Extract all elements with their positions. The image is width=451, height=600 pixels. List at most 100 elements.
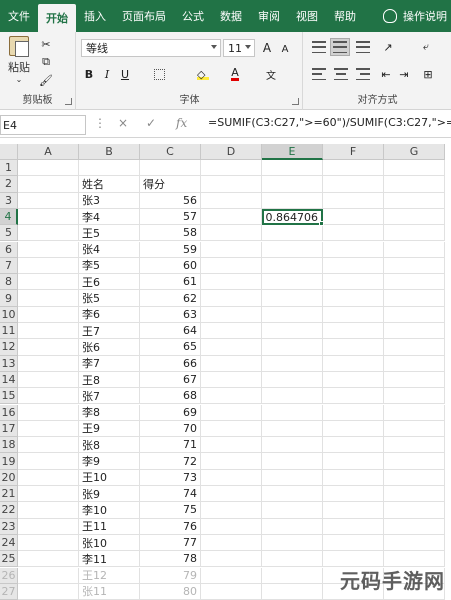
- cell-b9[interactable]: 张5: [79, 290, 140, 307]
- font-launcher-icon[interactable]: [292, 98, 299, 105]
- column-header-a[interactable]: A: [18, 144, 79, 160]
- cell-b7[interactable]: 李5: [79, 257, 140, 275]
- cell-g18[interactable]: [384, 437, 445, 454]
- cell-f21[interactable]: [323, 486, 384, 503]
- row-header[interactable]: 6: [0, 241, 18, 258]
- cell-a25[interactable]: [18, 551, 79, 568]
- cell-c19[interactable]: 72: [140, 453, 201, 470]
- row-header[interactable]: 15: [0, 388, 18, 405]
- cell-b27[interactable]: 张11: [79, 583, 140, 600]
- cell-e16[interactable]: [262, 404, 323, 421]
- merge-center-icon[interactable]: ⊞: [420, 66, 436, 82]
- row-header[interactable]: 2: [0, 176, 18, 193]
- cell-d21[interactable]: [201, 486, 262, 503]
- cell-a12[interactable]: [18, 339, 79, 356]
- cell-g6[interactable]: [384, 241, 445, 258]
- cell-f9[interactable]: [323, 290, 384, 307]
- cell-c21[interactable]: 74: [140, 486, 201, 503]
- cell-f23[interactable]: [323, 518, 384, 535]
- cell-f8[interactable]: [323, 274, 384, 291]
- row-header[interactable]: 3: [0, 192, 18, 209]
- cell-c20[interactable]: 73: [140, 469, 201, 486]
- cell-a3[interactable]: [18, 192, 79, 209]
- shrink-font-icon[interactable]: A: [277, 41, 293, 57]
- cell-d18[interactable]: [201, 437, 262, 454]
- cell-g8[interactable]: [384, 274, 445, 291]
- cell-d22[interactable]: [201, 502, 262, 519]
- row-header[interactable]: 8: [0, 274, 18, 291]
- cell-f2[interactable]: [323, 176, 384, 193]
- cell-a8[interactable]: [18, 274, 79, 291]
- cell-f4[interactable]: [323, 208, 384, 226]
- cell-f20[interactable]: [323, 469, 384, 486]
- cell-d11[interactable]: [201, 323, 262, 340]
- cell-g17[interactable]: [384, 420, 445, 438]
- cell-d25[interactable]: [201, 551, 262, 568]
- paste-button[interactable]: 粘贴 ⌄: [6, 36, 32, 84]
- cut-icon[interactable]: ✂: [38, 36, 54, 52]
- cell-d26[interactable]: [201, 567, 262, 584]
- cell-c17[interactable]: 70: [140, 420, 201, 438]
- format-painter-icon[interactable]: 🖌: [38, 72, 54, 88]
- row-header[interactable]: 17: [0, 420, 18, 438]
- cell-e21[interactable]: [262, 486, 323, 503]
- align-middle-icon[interactable]: [330, 38, 350, 56]
- cell-e27[interactable]: [262, 583, 323, 600]
- cell-e13[interactable]: [262, 355, 323, 372]
- row-header[interactable]: 26: [0, 567, 18, 584]
- cell-b12[interactable]: 张6: [79, 339, 140, 356]
- increase-indent-icon[interactable]: ⇥: [396, 66, 412, 82]
- cell-c9[interactable]: 62: [140, 290, 201, 307]
- cell-g2[interactable]: [384, 176, 445, 193]
- cell-f11[interactable]: [323, 323, 384, 340]
- row-header[interactable]: 18: [0, 437, 18, 454]
- cell-c13[interactable]: 66: [140, 355, 201, 372]
- cell-f12[interactable]: [323, 339, 384, 356]
- cell-b1[interactable]: [79, 160, 140, 177]
- cell-d13[interactable]: [201, 355, 262, 372]
- cell-b19[interactable]: 李9: [79, 453, 140, 470]
- cell-a14[interactable]: [18, 371, 79, 389]
- align-right-icon[interactable]: [356, 68, 370, 80]
- cell-a7[interactable]: [18, 257, 79, 275]
- cell-f1[interactable]: [323, 160, 384, 177]
- cell-b3[interactable]: 张3: [79, 192, 140, 209]
- cell-a2[interactable]: [18, 176, 79, 193]
- cell-a1[interactable]: [18, 160, 79, 177]
- cell-g3[interactable]: [384, 192, 445, 209]
- cell-c3[interactable]: 56: [140, 192, 201, 209]
- cell-e6[interactable]: [262, 241, 323, 258]
- cell-a20[interactable]: [18, 469, 79, 486]
- cell-a10[interactable]: [18, 306, 79, 323]
- row-header[interactable]: 14: [0, 371, 18, 389]
- cell-e12[interactable]: [262, 339, 323, 356]
- cell-b24[interactable]: 张10: [79, 534, 140, 552]
- cell-f15[interactable]: [323, 388, 384, 405]
- cell-g14[interactable]: [384, 371, 445, 389]
- phonetic-icon[interactable]: 文: [263, 66, 279, 82]
- cell-c5[interactable]: 58: [140, 225, 201, 242]
- cell-b20[interactable]: 王10: [79, 469, 140, 486]
- cell-a4[interactable]: [18, 208, 79, 226]
- align-center-icon[interactable]: [334, 68, 348, 80]
- align-top-icon[interactable]: [312, 41, 326, 53]
- row-header[interactable]: 21: [0, 486, 18, 503]
- tab-6[interactable]: 审阅: [250, 0, 288, 32]
- cell-d1[interactable]: [201, 160, 262, 177]
- tab-7[interactable]: 视图: [288, 0, 326, 32]
- cell-c8[interactable]: 61: [140, 274, 201, 291]
- cell-d19[interactable]: [201, 453, 262, 470]
- cell-f18[interactable]: [323, 437, 384, 454]
- row-header[interactable]: 19: [0, 453, 18, 470]
- column-header-e[interactable]: E: [262, 144, 323, 160]
- cell-f13[interactable]: [323, 355, 384, 372]
- cell-d17[interactable]: [201, 420, 262, 438]
- cell-b23[interactable]: 王11: [79, 518, 140, 535]
- cell-a6[interactable]: [18, 241, 79, 258]
- cell-c10[interactable]: 63: [140, 306, 201, 323]
- cell-c24[interactable]: 77: [140, 534, 201, 552]
- cell-a9[interactable]: [18, 290, 79, 307]
- cell-d7[interactable]: [201, 257, 262, 275]
- cell-b16[interactable]: 李8: [79, 404, 140, 421]
- tab-8[interactable]: 帮助: [326, 0, 364, 32]
